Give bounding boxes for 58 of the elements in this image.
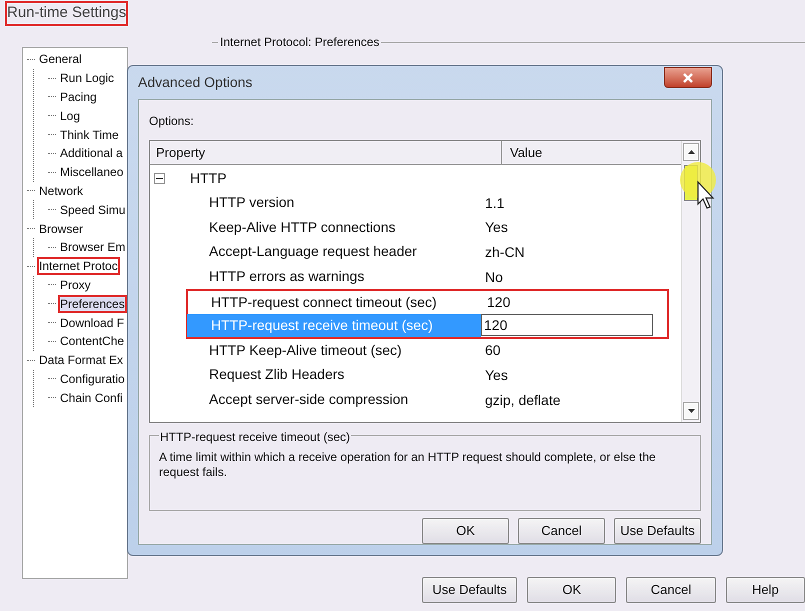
- tree-item[interactable]: Browser Em: [59, 239, 126, 256]
- tree-item[interactable]: Run Logic: [59, 70, 116, 86]
- tree-item[interactable]: ContentChe: [59, 333, 126, 350]
- window-title: Run-time Settings: [6, 2, 128, 24]
- tree-item[interactable]: Pacing: [59, 88, 98, 105]
- property-value: 1.1: [484, 194, 506, 213]
- property-value: No: [484, 268, 504, 287]
- group-label: HTTP: [190, 168, 227, 188]
- property-name[interactable]: Accept server-side compression: [185, 388, 479, 412]
- collapse-toggle[interactable]: [154, 172, 165, 184]
- scroll-down-button[interactable]: [683, 402, 699, 420]
- value-input[interactable]: 120: [481, 314, 653, 336]
- property-value: 60: [484, 341, 502, 360]
- property-name[interactable]: HTTP-request connect timeout (sec): [187, 291, 481, 314]
- tree-item[interactable]: Internet Protoc: [38, 258, 119, 274]
- property-value: Yes: [484, 366, 509, 385]
- property-name[interactable]: HTTP Keep-Alive timeout (sec): [185, 338, 479, 364]
- down-arrow-icon: [688, 409, 694, 413]
- property-name[interactable]: Request Zlib Headers: [185, 363, 479, 388]
- property-value: zh-CN: [484, 242, 526, 262]
- tree-item[interactable]: Browser: [38, 220, 84, 237]
- tree-item[interactable]: Miscellaneo: [59, 164, 124, 180]
- dialog-button[interactable]: OK: [422, 518, 509, 544]
- tree-item[interactable]: Configuratio: [59, 370, 126, 387]
- tree-item[interactable]: Network: [38, 182, 84, 199]
- tree-item[interactable]: Chain Confi: [59, 390, 124, 406]
- column-header[interactable]: Property: [150, 141, 502, 164]
- close-button[interactable]: [664, 67, 712, 88]
- close-icon: [682, 72, 694, 84]
- property-name[interactable]: HTTP errors as warnings: [185, 264, 479, 290]
- column-header[interactable]: Value: [502, 141, 681, 164]
- dialog-button[interactable]: Use Defaults: [422, 577, 518, 603]
- tree-item[interactable]: Download F: [59, 314, 126, 331]
- dialog-button[interactable]: OK: [527, 577, 616, 603]
- tree-item[interactable]: Additional a: [59, 145, 124, 162]
- property-name[interactable]: HTTP version: [185, 191, 479, 216]
- description-text: A time limit within which a receive operation for an HTTP request should complete, or else the request fails.: [159, 450, 657, 480]
- tree-item[interactable]: Speed Simu: [59, 202, 126, 218]
- tree-item[interactable]: Data Format Ex: [38, 352, 124, 368]
- dialog-button[interactable]: Help: [726, 577, 805, 603]
- tree-item[interactable]: Preferences: [59, 296, 126, 312]
- property-name[interactable]: Accept-Language request header: [185, 240, 479, 265]
- dialog-button[interactable]: Cancel: [518, 518, 605, 544]
- property-name[interactable]: Keep-Alive HTTP connections: [185, 216, 479, 240]
- options-label: Options:: [149, 113, 195, 130]
- tree-item[interactable]: Log: [59, 108, 82, 124]
- dialog-title: Advanced Options: [138, 73, 252, 92]
- dialog-button[interactable]: Use Defaults: [614, 518, 701, 544]
- group-title: Internet Protocol: Preferences: [219, 34, 380, 51]
- property-value: 120: [486, 293, 512, 312]
- tree-item[interactable]: Proxy: [59, 276, 92, 293]
- tree-item[interactable]: General: [38, 51, 83, 68]
- dialog-button[interactable]: Cancel: [626, 577, 716, 603]
- property-value: gzip, deflate: [484, 390, 562, 410]
- tree-item[interactable]: Think Time: [59, 126, 120, 143]
- up-arrow-icon: [688, 150, 694, 154]
- property-value: Yes: [484, 218, 509, 238]
- scroll-up-button[interactable]: [683, 143, 699, 161]
